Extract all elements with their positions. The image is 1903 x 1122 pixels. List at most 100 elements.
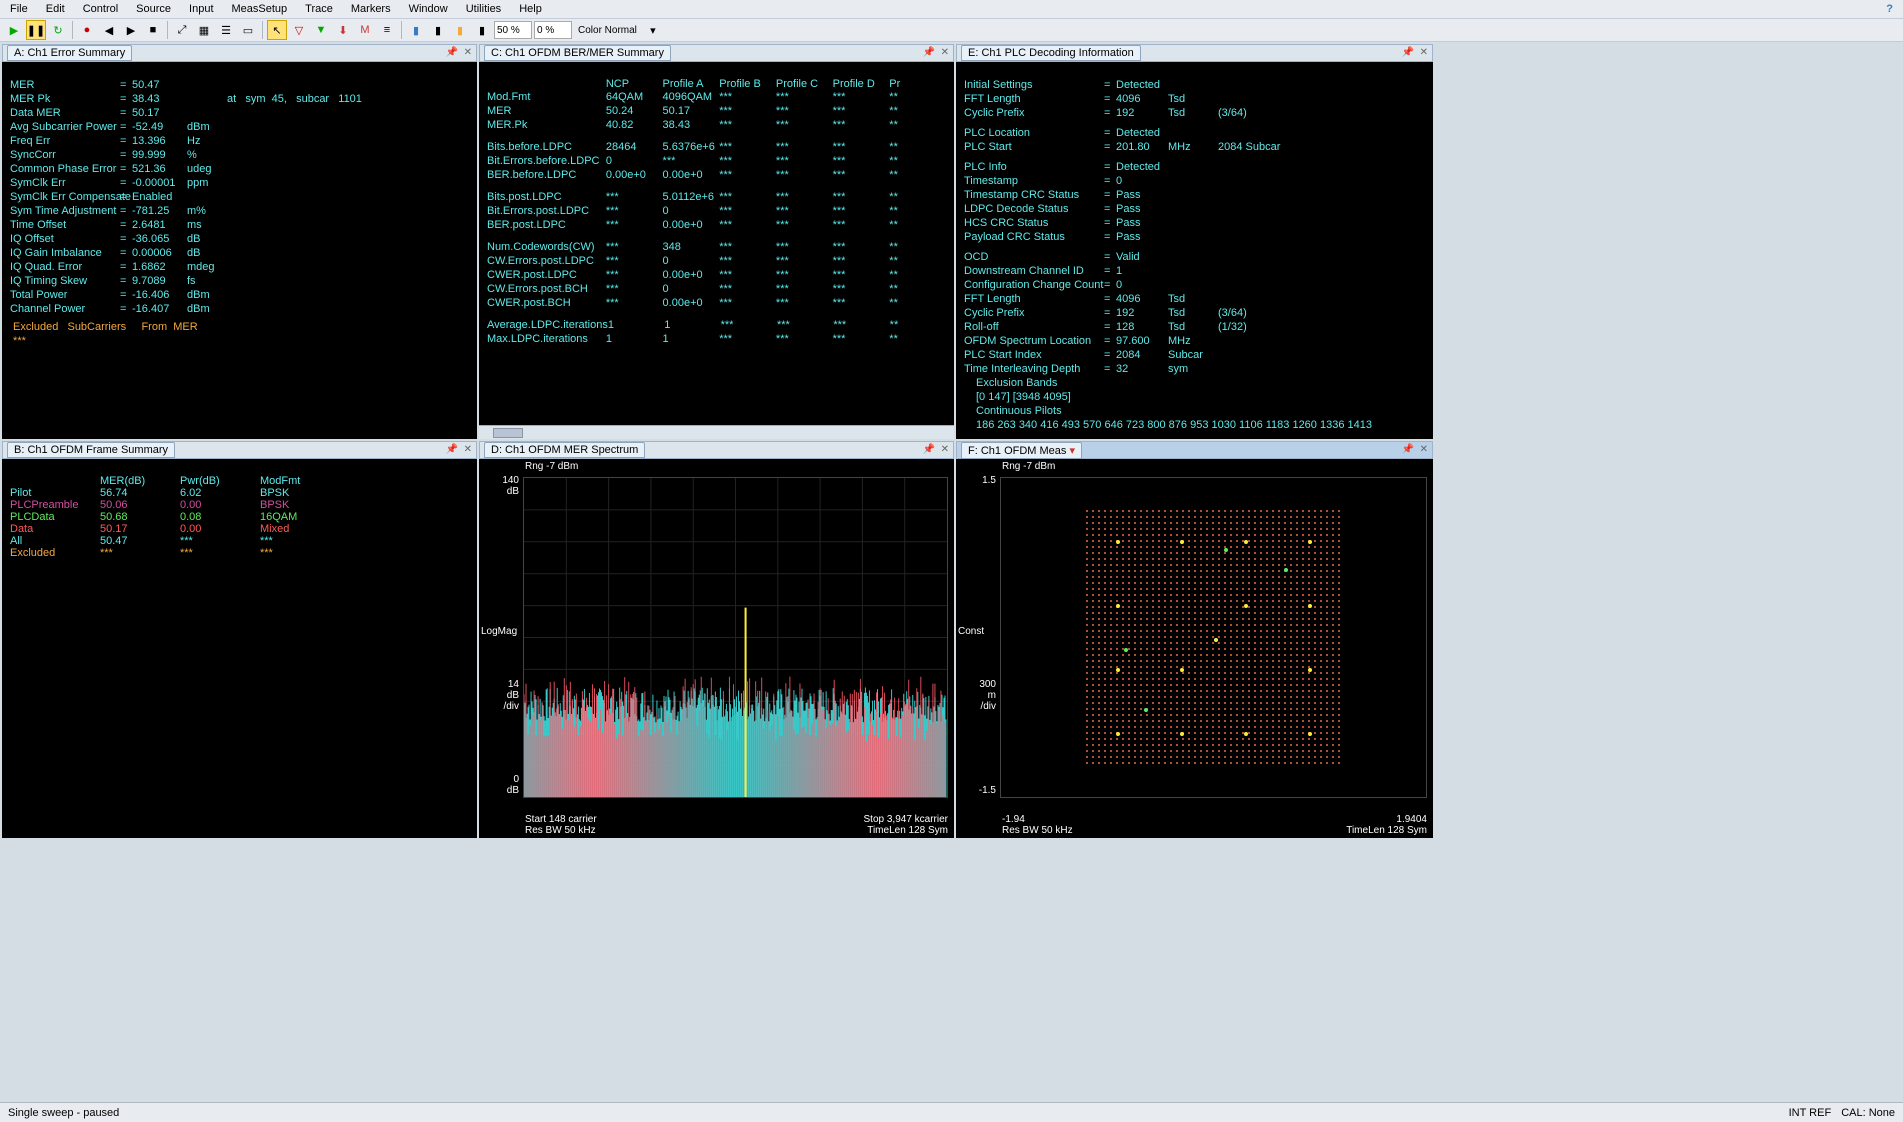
- panel-ber-mer-summary: C: Ch1 OFDM BER/MER Summary 📌 ✕ NCPProfi…: [479, 44, 954, 439]
- pause-button[interactable]: ❚❚: [26, 20, 46, 40]
- x-right: 1.9404: [1346, 814, 1427, 825]
- menu-window[interactable]: Window: [403, 3, 454, 15]
- autoscale-button[interactable]: ⤢: [172, 20, 192, 40]
- range-label: Rng -7 dBm: [1002, 461, 1055, 472]
- layout-stack-button[interactable]: ☰: [216, 20, 236, 40]
- tlen-label: TimeLen 128 Sym: [1346, 825, 1427, 836]
- trace-d-button[interactable]: ▮: [472, 20, 492, 40]
- layout-single-button[interactable]: ▭: [238, 20, 258, 40]
- status-cal: CAL: None: [1841, 1107, 1895, 1119]
- panel-mer-spectrum: D: Ch1 OFDM MER Spectrum 📌 ✕ Rng -7 dBm …: [479, 441, 954, 838]
- y-div: 300 m /div: [958, 679, 996, 712]
- menu-source[interactable]: Source: [130, 3, 177, 15]
- spectrum-footer: Start 148 carrier Res BW 50 kHz Stop 3,9…: [525, 814, 948, 836]
- range-label: Rng -7 dBm: [525, 461, 578, 472]
- trace-b-button[interactable]: ▮: [428, 20, 448, 40]
- menu-meassetup[interactable]: MeasSetup: [226, 3, 294, 15]
- panel-a-header[interactable]: A: Ch1 Error Summary 📌 ✕: [2, 44, 477, 62]
- close-icon[interactable]: ✕: [941, 444, 949, 455]
- y-mid: LogMag: [481, 626, 517, 637]
- menu-markers[interactable]: Markers: [345, 3, 397, 15]
- x-left: -1.94: [1002, 814, 1073, 825]
- y-bot: 0 dB: [481, 774, 519, 796]
- peak-button[interactable]: ⬇: [333, 20, 353, 40]
- panel-c-header[interactable]: C: Ch1 OFDM BER/MER Summary 📌 ✕: [479, 44, 954, 62]
- trace-a-button[interactable]: ▮: [406, 20, 426, 40]
- panel-a-title: A: Ch1 Error Summary: [7, 45, 132, 61]
- panel-d-body: Rng -7 dBm 140 dB LogMag 14 dB /div 0 dB…: [479, 459, 954, 838]
- menu-trace[interactable]: Trace: [299, 3, 339, 15]
- y-mid: Const: [958, 626, 984, 637]
- spectrum-plot[interactable]: [523, 477, 948, 798]
- y-top: 1.5: [958, 475, 996, 486]
- marker-on-button[interactable]: ▼: [311, 20, 331, 40]
- close-icon[interactable]: ✕: [464, 47, 472, 58]
- panel-f-title: F: Ch1 OFDM Meas ▾: [961, 442, 1082, 459]
- status-left: Single sweep - paused: [8, 1107, 119, 1119]
- pin-icon[interactable]: 📌: [923, 444, 935, 455]
- close-icon[interactable]: ✕: [941, 47, 949, 58]
- colormode-label: Color Normal: [574, 25, 641, 36]
- panel-plc-decoding: E: Ch1 PLC Decoding Information 📌 ✕ Init…: [956, 44, 1433, 439]
- tlen-label: TimeLen 128 Sym: [864, 825, 949, 836]
- refresh-button[interactable]: ↻: [48, 20, 68, 40]
- step-back-button[interactable]: ◀: [99, 20, 119, 40]
- menu-input[interactable]: Input: [183, 3, 219, 15]
- pin-icon[interactable]: 📌: [923, 47, 935, 58]
- panel-e-title: E: Ch1 PLC Decoding Information: [961, 45, 1141, 61]
- toolbar: ▶ ❚❚ ↻ ● ◀ ▶ ■ ⤢ ▦ ☰ ▭ ↖ ▽ ▼ ⬇ M ≡ ▮ ▮ ▮…: [0, 18, 1903, 42]
- panel-b-title: B: Ch1 OFDM Frame Summary: [7, 442, 175, 458]
- constellation-footer: -1.94 Res BW 50 kHz 1.9404 TimeLen 128 S…: [1002, 814, 1427, 836]
- res-label: Res BW 50 kHz: [525, 825, 597, 836]
- colormode-dropdown[interactable]: ▾: [643, 20, 663, 40]
- panel-d-title: D: Ch1 OFDM MER Spectrum: [484, 442, 645, 458]
- marker-list-button[interactable]: ≡: [377, 20, 397, 40]
- record-button[interactable]: ●: [77, 20, 97, 40]
- close-icon[interactable]: ✕: [1420, 47, 1428, 58]
- mail-button[interactable]: M: [355, 20, 375, 40]
- panel-error-summary: A: Ch1 Error Summary 📌 ✕ MER= 50.47MER P…: [2, 44, 477, 439]
- panel-ofdm-meas: F: Ch1 OFDM Meas ▾ 📌 ✕ Rng -7 dBm 1.5 Co…: [956, 441, 1433, 838]
- panel-e-header[interactable]: E: Ch1 PLC Decoding Information 📌 ✕: [956, 44, 1433, 62]
- panel-f-body: Rng -7 dBm 1.5 Const 300 m /div -1.5 -1.…: [956, 459, 1433, 838]
- y-div: 14 dB /div: [481, 679, 519, 712]
- layout-grid-button[interactable]: ▦: [194, 20, 214, 40]
- cursor-button[interactable]: ↖: [267, 20, 287, 40]
- y-top: 140 dB: [481, 475, 519, 497]
- panel-c-title: C: Ch1 OFDM BER/MER Summary: [484, 45, 671, 61]
- marker-off-button[interactable]: ▽: [289, 20, 309, 40]
- menubar: File Edit Control Source Input MeasSetup…: [0, 0, 1903, 18]
- zoom2-input[interactable]: [534, 21, 572, 39]
- menu-control[interactable]: Control: [77, 3, 124, 15]
- stop-button[interactable]: ■: [143, 20, 163, 40]
- menu-edit[interactable]: Edit: [40, 3, 71, 15]
- start-label: Start 148 carrier: [525, 814, 597, 825]
- play-button[interactable]: ▶: [4, 20, 24, 40]
- help-icon[interactable]: ?: [1880, 3, 1899, 15]
- workspace: A: Ch1 Error Summary 📌 ✕ MER= 50.47MER P…: [0, 42, 1903, 840]
- panel-frame-summary: B: Ch1 OFDM Frame Summary 📌 ✕ MER(dB)Pwr…: [2, 441, 477, 838]
- pin-icon[interactable]: 📌: [1402, 444, 1414, 455]
- close-icon[interactable]: ✕: [1420, 444, 1428, 455]
- trace-c-button[interactable]: ▮: [450, 20, 470, 40]
- menu-utilities[interactable]: Utilities: [460, 3, 507, 15]
- menu-file[interactable]: File: [4, 3, 34, 15]
- panel-c-scrollbar[interactable]: [479, 425, 954, 439]
- step-fwd-button[interactable]: ▶: [121, 20, 141, 40]
- panel-b-header[interactable]: B: Ch1 OFDM Frame Summary 📌 ✕: [2, 441, 477, 459]
- constellation-plot[interactable]: [1000, 477, 1427, 798]
- panel-d-header[interactable]: D: Ch1 OFDM MER Spectrum 📌 ✕: [479, 441, 954, 459]
- menu-help[interactable]: Help: [513, 3, 548, 15]
- panel-e-body: Initial Settings= DetectedFFT Length= 40…: [956, 62, 1433, 439]
- res-label: Res BW 50 kHz: [1002, 825, 1073, 836]
- pin-icon[interactable]: 📌: [446, 444, 458, 455]
- panel-f-header[interactable]: F: Ch1 OFDM Meas ▾ 📌 ✕: [956, 441, 1433, 459]
- close-icon[interactable]: ✕: [464, 444, 472, 455]
- panel-c-body: NCPProfile AProfile BProfile CProfile DP…: [479, 62, 954, 425]
- y-bot: -1.5: [958, 785, 996, 796]
- pin-icon[interactable]: 📌: [1402, 47, 1414, 58]
- status-ref: INT REF: [1789, 1107, 1832, 1119]
- zoom1-input[interactable]: [494, 21, 532, 39]
- pin-icon[interactable]: 📌: [446, 47, 458, 58]
- statusbar: Single sweep - paused INT REF CAL: None: [0, 1102, 1903, 1122]
